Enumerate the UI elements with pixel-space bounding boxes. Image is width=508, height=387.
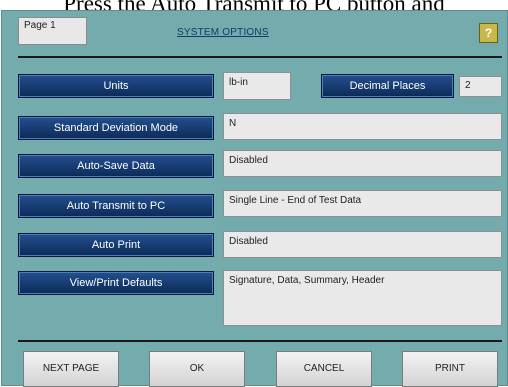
view-print-defaults-button[interactable]: View/Print Defaults <box>18 271 214 295</box>
page-indicator: Page 1 <box>18 17 87 45</box>
header-divider <box>18 56 502 58</box>
cancel-button[interactable]: CANCEL <box>276 351 372 387</box>
auto-transmit-to-pc-button[interactable]: Auto Transmit to PC <box>18 194 214 218</box>
standard-deviation-mode-field[interactable]: N <box>223 113 502 140</box>
auto-save-data-button[interactable]: Auto-Save Data <box>18 154 214 178</box>
page-title: SYSTEM OPTIONS <box>177 27 269 38</box>
ok-button[interactable]: OK <box>149 351 245 387</box>
auto-save-data-field[interactable]: Disabled <box>223 150 502 177</box>
print-button[interactable]: PRINT <box>402 351 498 387</box>
system-options-screen: Page 1 SYSTEM OPTIONS ? Units lb-in Deci… <box>1 10 508 387</box>
decimal-places-field[interactable]: 2 <box>459 76 502 97</box>
decimal-places-button[interactable]: Decimal Places <box>321 74 454 98</box>
units-button[interactable]: Units <box>18 74 214 98</box>
footer-divider <box>18 340 502 342</box>
next-page-button[interactable]: NEXT PAGE <box>23 351 119 387</box>
view-print-defaults-field[interactable]: Signature, Data, Summary, Header <box>223 270 502 326</box>
standard-deviation-mode-button[interactable]: Standard Deviation Mode <box>18 116 214 140</box>
units-field[interactable]: lb-in <box>223 72 291 100</box>
auto-print-button[interactable]: Auto Print <box>18 233 214 257</box>
help-button[interactable]: ? <box>479 23 498 43</box>
auto-print-field[interactable]: Disabled <box>223 231 502 258</box>
auto-transmit-to-pc-field[interactable]: Single Line - End of Test Data <box>223 190 502 217</box>
